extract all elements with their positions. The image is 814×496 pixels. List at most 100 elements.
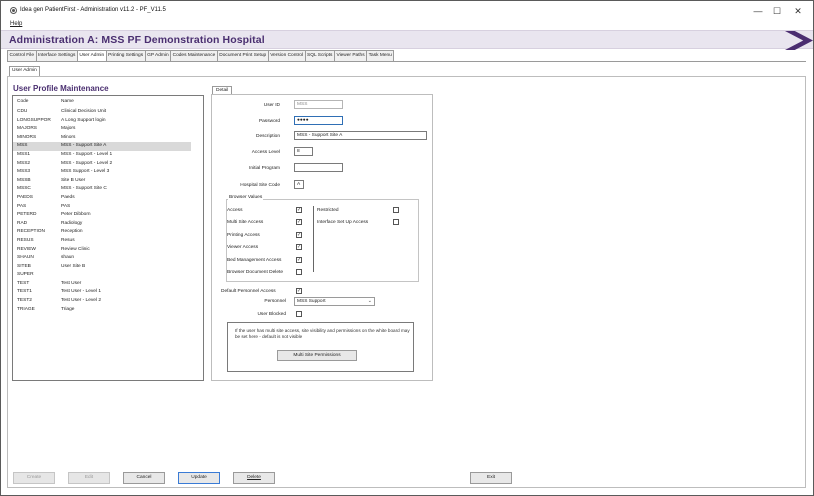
list-item-name: Reception (61, 229, 83, 235)
access-level-field[interactable]: 8 (294, 147, 313, 156)
list-item-name: Resus (61, 237, 75, 243)
personnel-select[interactable]: MSS Support ⌄ (294, 297, 375, 306)
tab-divider (7, 61, 806, 62)
list-item[interactable]: MAJORS Majors (13, 125, 203, 134)
tab-task-menu[interactable]: Task Menu (366, 50, 395, 61)
list-item[interactable]: REVIEW Review Clinic (13, 246, 203, 255)
list-item[interactable]: SHAUN shaun (13, 254, 203, 263)
list-item-code: PETERD (17, 212, 37, 218)
edit-button[interactable]: Edit (68, 472, 110, 484)
list-item[interactable]: LONGSUPPOR A Long Support login (13, 117, 203, 126)
hospital-site-field[interactable]: A (294, 180, 304, 189)
list-item[interactable]: SUPER (13, 271, 203, 280)
list-item[interactable]: RAD Radiology (13, 220, 203, 229)
default-personnel-access-checkbox[interactable]: ✓ (296, 288, 302, 294)
printing-access-checkbox[interactable]: ✓ (296, 232, 302, 238)
interface-setup-access-checkbox[interactable] (393, 219, 399, 225)
list-item[interactable]: MINORS Minors (13, 134, 203, 143)
list-item[interactable]: MSS1 MSS - Support - Level 1 (13, 151, 203, 160)
list-item-name: Majors (61, 126, 76, 132)
tab-printing-settings[interactable]: Printing Settings (105, 50, 146, 61)
list-item[interactable]: RECEPTION Reception (13, 228, 203, 237)
list-item[interactable]: PAS PAS (13, 203, 203, 212)
initial-program-label: Initial Program (249, 166, 280, 171)
interface-setup-access-label: Interface Set Up Access (317, 220, 369, 225)
cancel-button[interactable]: Cancel (123, 472, 165, 484)
column-header-code[interactable]: Code (17, 99, 28, 104)
bed-management-access-checkbox[interactable]: ✓ (296, 257, 302, 263)
sub-tab-strip: User Admin (9, 66, 40, 76)
list-item-code: MSS2 (17, 160, 31, 166)
user-id-field[interactable]: MSS (294, 100, 343, 109)
list-item[interactable]: PETERD Peter Dibborn (13, 211, 203, 220)
group-divider (313, 206, 314, 272)
list-item[interactable]: CDU Clinical Decision Unit (13, 108, 203, 117)
subtab-user-admin[interactable]: User Admin (9, 66, 40, 76)
list-item[interactable]: MSS3 MSS Support - Level 3 (13, 168, 203, 177)
list-item-name: shaun (61, 255, 75, 261)
access-level-label: Access Level (251, 150, 280, 155)
user-blocked-checkbox[interactable] (296, 311, 302, 317)
list-item-name: Test User - Level 2 (61, 298, 101, 304)
description-field[interactable]: MSS - Support Site A (294, 131, 427, 140)
tab-viewer-paths[interactable]: Viewer Paths (333, 50, 368, 61)
tab-control-file[interactable]: Control File (7, 50, 37, 61)
initial-program-field[interactable] (294, 163, 343, 172)
list-item[interactable]: RESUS Resus (13, 237, 203, 246)
list-item-name: MSS Support - Level 3 (61, 169, 110, 175)
close-button[interactable]: ✕ (790, 5, 806, 17)
user-id-label: User ID (263, 103, 280, 108)
access-checkbox[interactable]: ✓ (296, 207, 302, 213)
list-item-code: REVIEW (17, 246, 36, 252)
exit-button[interactable]: Exit (470, 472, 512, 484)
list-item[interactable]: MSS2 MSS - Support - Level 2 (13, 160, 203, 169)
list-item[interactable]: TRIAGE Triage (13, 306, 203, 315)
user-list[interactable]: Code Name CDU Clinical Decision Unit LONGS… (12, 95, 204, 381)
list-item-name: Test User (61, 280, 82, 286)
list-item-code: TRIAGE (17, 306, 35, 312)
tab-document-print-setup[interactable]: Document Print Setup (216, 50, 269, 61)
list-item[interactable]: TEST1 Test User - Level 1 (13, 288, 203, 297)
list-item-name: Triage (61, 306, 75, 312)
list-item[interactable]: TEST Test User (13, 280, 203, 289)
personnel-label: Personnel (264, 299, 286, 304)
update-button[interactable]: Update (178, 472, 220, 484)
tab-codes-maintenance[interactable]: Codes Maintenance (170, 50, 218, 61)
list-item-code: TEST1 (17, 289, 32, 295)
list-item-code: SHAUN (17, 255, 34, 261)
list-item-code: SITEB (17, 263, 31, 269)
restricted-checkbox[interactable] (393, 207, 399, 213)
app-logo-icon (10, 7, 17, 14)
list-item[interactable]: PAEDS Paeds (13, 194, 203, 203)
list-item-code: MSSC (17, 186, 31, 192)
create-button[interactable]: Create (13, 472, 55, 484)
list-item-name: PAS (61, 203, 71, 209)
list-item-code: TEST2 (17, 298, 32, 304)
list-item[interactable]: MSSB Site B User (13, 177, 203, 186)
multi-site-access-checkbox[interactable]: ✓ (296, 219, 302, 225)
list-item-name: Radiology (61, 220, 83, 226)
column-header-name[interactable]: Name (61, 99, 74, 104)
minimize-button[interactable]: — (750, 5, 766, 17)
list-item[interactable]: MSSC MSS - Support Site C (13, 185, 203, 194)
list-item[interactable]: TEST2 Test User - Level 2 (13, 297, 203, 306)
maximize-button[interactable]: ☐ (769, 5, 785, 17)
list-item[interactable]: SITEB User Site B (13, 263, 203, 272)
tab-sql-scripts[interactable]: SQL Scripts (304, 50, 335, 61)
tab-version-control[interactable]: Version Control (267, 50, 306, 61)
password-field[interactable]: ●●●● (294, 116, 343, 125)
browser-document-delete-checkbox[interactable] (296, 269, 302, 275)
tab-interface-settings[interactable]: Interface Settings (35, 50, 78, 61)
list-item-name: Peter Dibborn (61, 212, 91, 218)
tab-gp-admin[interactable]: GP Admin (144, 50, 172, 61)
list-item-name: Test User - Level 1 (61, 289, 101, 295)
menu-help[interactable]: Help (10, 21, 22, 27)
list-header: Code Name (13, 99, 203, 106)
user-blocked-label: User Blocked (257, 312, 286, 317)
viewer-access-checkbox[interactable]: ✓ (296, 244, 302, 250)
chevron-down-icon: ⌄ (367, 298, 372, 304)
delete-button[interactable]: Delete (233, 472, 275, 484)
multi-site-permissions-button[interactable]: Multi Site Permissions (277, 350, 357, 361)
list-item[interactable]: MSS MSS - Support Site A (13, 142, 191, 151)
multi-site-info-box: If the user has multi site access, site … (227, 322, 414, 372)
